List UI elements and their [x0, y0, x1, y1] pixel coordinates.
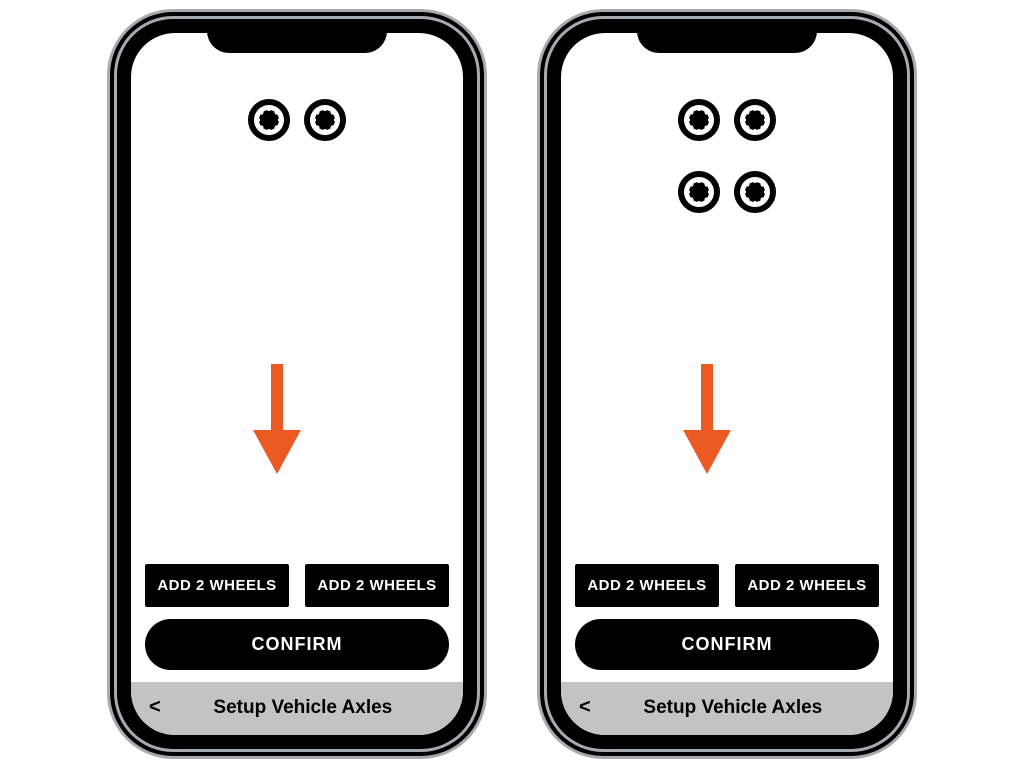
axle-row	[678, 171, 776, 213]
add-wheels-right-button[interactable]: ADD 2 WHEELS	[305, 564, 449, 607]
footer-bar: < Setup Vehicle Axles	[131, 682, 463, 735]
stage: ADD 2 WHEELS ADD 2 WHEELS CONFIRM < Setu…	[0, 0, 1024, 768]
axle-row	[248, 99, 346, 141]
back-button[interactable]: <	[575, 696, 595, 719]
add-wheels-right-button[interactable]: ADD 2 WHEELS	[735, 564, 879, 607]
confirm-button[interactable]: CONFIRM	[575, 619, 879, 670]
phone-screen: ADD 2 WHEELS ADD 2 WHEELS CONFIRM < Setu…	[131, 33, 463, 735]
add-wheels-row: ADD 2 WHEELS ADD 2 WHEELS	[131, 564, 463, 619]
wheel-icon	[734, 99, 776, 141]
add-wheels-left-button[interactable]: ADD 2 WHEELS	[575, 564, 719, 607]
axle-group	[248, 99, 346, 141]
phone-frame: ADD 2 WHEELS ADD 2 WHEELS CONFIRM < Setu…	[117, 19, 477, 749]
footer-title: Setup Vehicle Axles	[613, 697, 853, 719]
axle-content-area	[131, 33, 463, 564]
wheel-icon	[248, 99, 290, 141]
axle-row	[678, 99, 776, 141]
wheel-icon	[678, 99, 720, 141]
phone-notch	[637, 19, 817, 53]
back-button[interactable]: <	[145, 696, 165, 719]
axle-group	[678, 99, 776, 213]
axle-content-area	[561, 33, 893, 564]
hint-arrow	[679, 364, 735, 564]
confirm-row: CONFIRM	[561, 619, 893, 682]
phone-frame: ADD 2 WHEELS ADD 2 WHEELS CONFIRM < Setu…	[547, 19, 907, 749]
wheel-icon	[304, 99, 346, 141]
wheel-icon	[678, 171, 720, 213]
confirm-button[interactable]: CONFIRM	[145, 619, 449, 670]
phone-screen: ADD 2 WHEELS ADD 2 WHEELS CONFIRM < Setu…	[561, 33, 893, 735]
arrow-down-icon	[249, 364, 305, 474]
hint-arrow	[249, 364, 305, 564]
add-wheels-row: ADD 2 WHEELS ADD 2 WHEELS	[561, 564, 893, 619]
arrow-down-icon	[679, 364, 735, 474]
add-wheels-left-button[interactable]: ADD 2 WHEELS	[145, 564, 289, 607]
footer-bar: < Setup Vehicle Axles	[561, 682, 893, 735]
phone-notch	[207, 19, 387, 53]
footer-title: Setup Vehicle Axles	[183, 697, 423, 719]
wheel-icon	[734, 171, 776, 213]
confirm-row: CONFIRM	[131, 619, 463, 682]
